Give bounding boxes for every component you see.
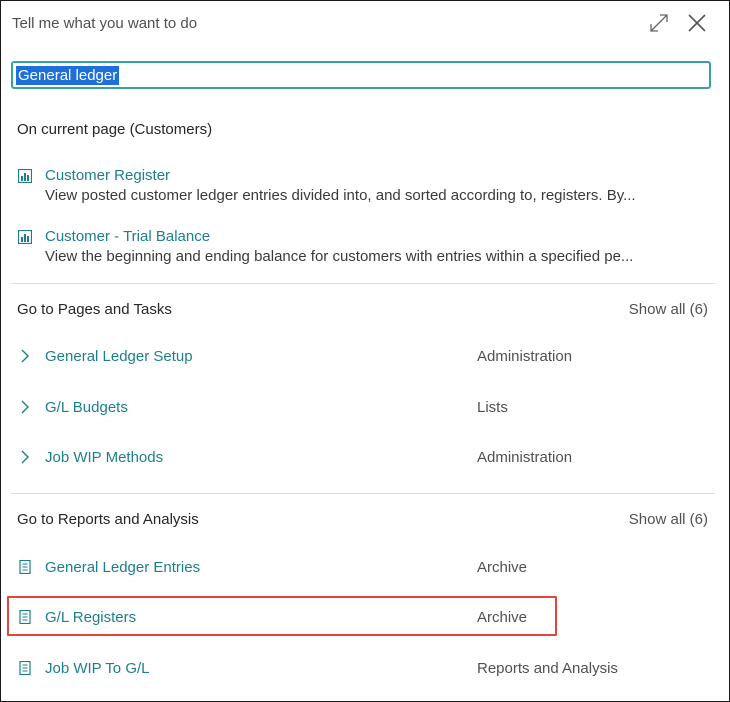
show-all-reports-link[interactable]: Show all (6)	[629, 511, 708, 528]
dialog-title: Tell me what you want to do	[12, 15, 198, 32]
item-title-link[interactable]: Job WIP To G/L	[45, 660, 150, 677]
close-icon[interactable]	[685, 11, 709, 35]
highlight-box	[7, 596, 557, 636]
report-icon	[18, 230, 32, 244]
item-title-link[interactable]: General Ledger Entries	[45, 559, 200, 576]
document-icon	[19, 661, 31, 675]
item-title-link[interactable]: Customer Register	[45, 167, 170, 184]
section-heading-current-page: On current page (Customers)	[17, 121, 213, 138]
item-title-link[interactable]: Customer - Trial Balance	[45, 228, 210, 245]
item-category: Reports and Analysis	[477, 660, 618, 677]
section-heading-reports-analysis: Go to Reports and Analysis	[17, 511, 199, 528]
item-title-link[interactable]: General Ledger Setup	[45, 348, 193, 365]
chevron-right-icon	[21, 400, 29, 414]
search-input-selected-text: General ledger	[16, 66, 120, 85]
item-description: View the beginning and ending balance fo…	[45, 248, 634, 265]
item-title-link[interactable]: Job WIP Methods	[45, 449, 163, 466]
section-heading-pages-tasks: Go to Pages and Tasks	[17, 301, 172, 318]
item-category: Administration	[477, 449, 573, 466]
expand-icon[interactable]	[647, 11, 671, 35]
item-category: Archive	[477, 559, 528, 576]
item-title-link[interactable]: G/L Budgets	[45, 399, 128, 416]
chevron-right-icon	[21, 349, 29, 363]
chevron-right-icon	[21, 450, 29, 464]
tell-me-dialog: Tell me what you want to do General ledg…	[0, 0, 730, 702]
report-icon	[18, 169, 32, 183]
show-all-pages-link[interactable]: Show all (6)	[629, 301, 708, 318]
item-category: Lists	[477, 399, 508, 416]
section-divider	[11, 493, 715, 494]
item-category: Administration	[477, 348, 573, 365]
item-description: View posted customer ledger entries divi…	[45, 187, 636, 204]
section-divider	[11, 283, 715, 284]
document-icon	[19, 560, 31, 574]
search-input[interactable]: General ledger	[11, 61, 711, 89]
